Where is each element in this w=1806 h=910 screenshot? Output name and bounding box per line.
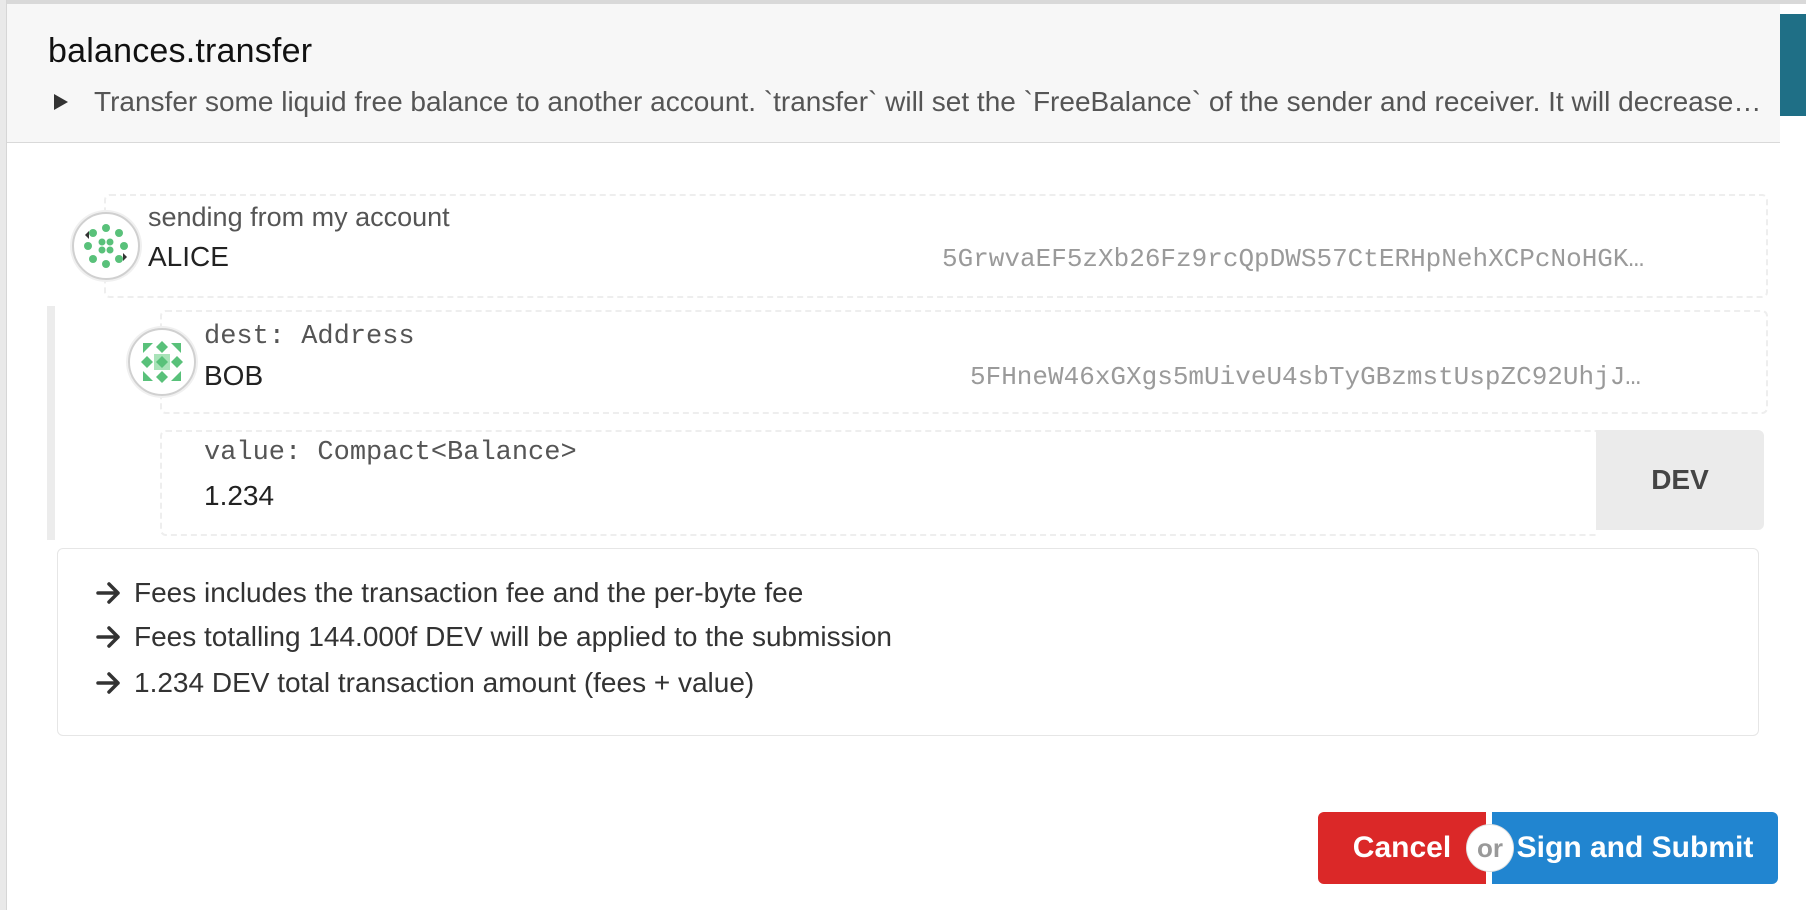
fee-line: 1.234 DEV total transaction amount (fees…	[96, 667, 754, 699]
fee-line: Fees totalling 144.000f DEV will be appl…	[96, 621, 892, 653]
arrow-right-icon	[96, 626, 126, 648]
value-label: value: Compact<Balance>	[204, 438, 577, 468]
fee-line-text: 1.234 DEV total transaction amount (fees…	[134, 667, 755, 698]
cancel-button[interactable]: Cancel	[1318, 812, 1486, 884]
extrinsic-description: Transfer some liquid free balance to ano…	[94, 86, 1762, 117]
extrinsic-description-toggle[interactable]: Transfer some liquid free balance to ano…	[48, 82, 1770, 122]
params-indent-bar	[47, 306, 55, 540]
expand-triangle-icon[interactable]	[54, 94, 68, 110]
sign-and-submit-button[interactable]: Sign and Submit	[1492, 812, 1778, 884]
unit-dropdown[interactable]: DEV	[1596, 430, 1764, 530]
sender-label: sending from my account	[148, 202, 450, 232]
extrinsic-title: balances.transfer	[48, 32, 313, 70]
fee-line-text: Fees includes the transaction fee and th…	[134, 577, 804, 608]
alice-identicon-icon	[72, 212, 140, 280]
or-divider: or	[1467, 825, 1513, 871]
fee-line-text: Fees totalling 144.000f DEV will be appl…	[134, 621, 892, 652]
scroll-accent	[1780, 14, 1806, 116]
dest-label: dest: Address	[204, 322, 415, 352]
bob-identicon-icon	[128, 328, 196, 396]
arrow-right-icon	[96, 582, 126, 604]
dest-name: BOB	[204, 360, 264, 391]
left-edge	[0, 0, 7, 910]
transfer-modal: balances.transfer Transfer some liquid f…	[0, 0, 1806, 910]
sender-address: 5GrwvaEF5zXb26Fz9rcQpDWS57CtERHpNehXCPcN…	[942, 244, 1645, 274]
value-amount[interactable]: 1.234	[204, 480, 274, 512]
modal-header: balances.transfer Transfer some liquid f…	[7, 4, 1780, 143]
fees-info-box: Fees includes the transaction fee and th…	[57, 548, 1759, 736]
sender-name: ALICE	[148, 241, 229, 272]
arrow-right-icon	[96, 672, 126, 694]
dest-address: 5FHneW46xGXgs5mUiveU4sbTyGBzmstUspZC92Uh…	[970, 362, 1641, 392]
fee-line: Fees includes the transaction fee and th…	[96, 577, 803, 609]
